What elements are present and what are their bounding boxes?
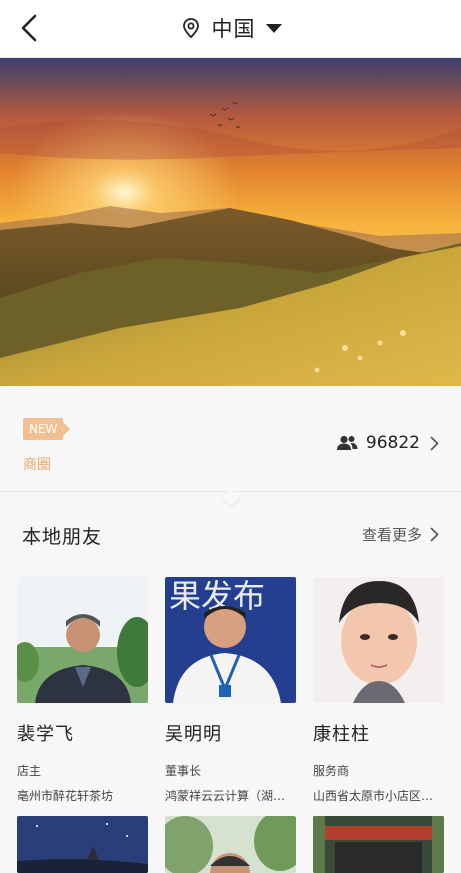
friend-photo (17, 577, 148, 703)
location-selector[interactable]: 中国 (0, 12, 461, 44)
friend-photo[interactable] (165, 816, 296, 873)
dropdown-caret-icon (265, 23, 282, 33)
banner-image (0, 58, 461, 386)
friend-name: 吴明明 (165, 724, 222, 745)
friend-card[interactable]: 果发布 吴明明 董事长 鸿蒙祥云云计算（湖北）有限公司 (165, 577, 296, 804)
friend-name: 裴学飞 (17, 724, 74, 745)
chevron-right-icon (430, 527, 439, 542)
chevron-right-icon (430, 436, 439, 450)
top-bar: 中国 (0, 0, 461, 58)
view-more-label: 查看更多 (361, 526, 422, 544)
friend-card[interactable]: 裴学飞 店主 亳州市醉花轩茶坊 (17, 577, 148, 804)
business-circle-label: 商圈 (23, 457, 51, 473)
friend-name: 康柱柱 (313, 724, 370, 745)
friend-photo[interactable] (313, 816, 444, 873)
friend-card[interactable]: 康柱柱 服务商 山西省太原市小店区… (313, 577, 444, 804)
friend-role: 店主 (17, 764, 42, 778)
friend-photo[interactable] (17, 816, 148, 873)
friend-photo (313, 577, 444, 703)
friend-role: 董事长 (165, 764, 202, 778)
friend-role: 服务商 (313, 764, 350, 778)
friend-shop: 鸿蒙祥云云计算（湖北）有限公司 (165, 789, 296, 803)
member-count-link[interactable]: 96822 (336, 430, 439, 456)
member-count: 96822 (365, 433, 420, 453)
people-icon (336, 435, 358, 450)
view-more-link[interactable]: 查看更多 (362, 524, 439, 545)
new-badge: NEW (23, 418, 71, 440)
friend-shop: 山西省太原市小店区… (313, 789, 434, 803)
friend-shop: 亳州市醉花轩茶坊 (17, 789, 114, 803)
friend-photo: 果发布 (165, 577, 296, 703)
local-friends-title: 本地朋友 (22, 526, 103, 548)
location-name: 中国 (211, 17, 256, 41)
location-pin-icon (182, 18, 199, 39)
